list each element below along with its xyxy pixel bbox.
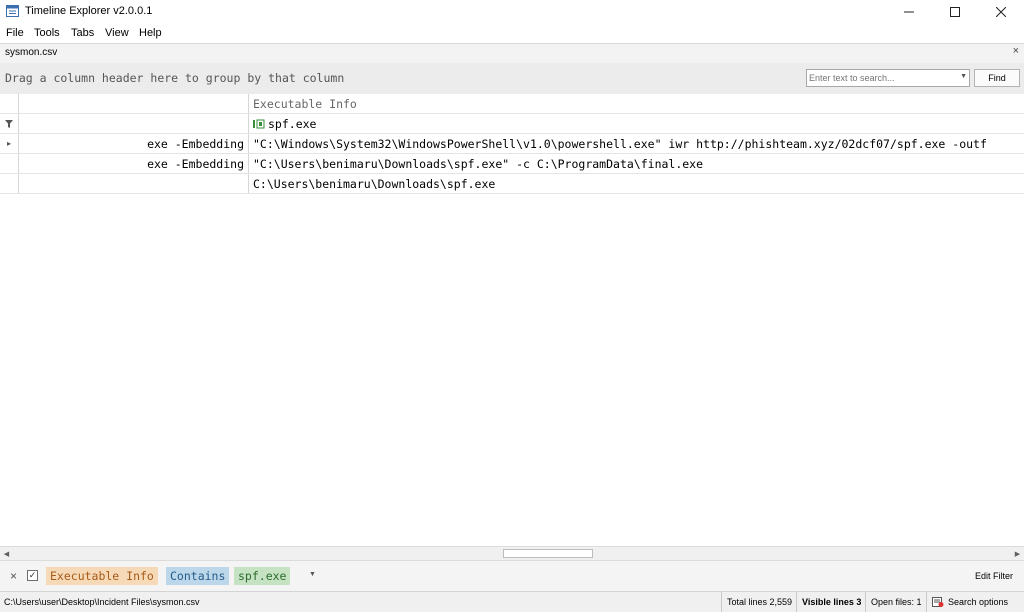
clear-filter-icon[interactable]: × [10, 569, 17, 583]
filter-value-chip[interactable]: spf.exe [234, 567, 291, 585]
minimize-button[interactable] [886, 0, 932, 23]
status-total-lines: Total lines 2,559 [721, 592, 797, 612]
app-icon [6, 5, 19, 17]
filter-history-dropdown-icon[interactable]: ▼ [309, 571, 316, 578]
find-button[interactable]: Find [974, 69, 1020, 87]
menu-tabs[interactable]: Tabs [71, 27, 94, 39]
close-window-button[interactable] [978, 0, 1024, 23]
table-cell[interactable] [19, 174, 249, 193]
menu-view[interactable]: View [105, 27, 129, 39]
scroll-right-icon[interactable]: ▶ [1011, 547, 1024, 560]
auto-filter-row: spf.exe [0, 114, 1024, 134]
row-indicator [0, 154, 19, 173]
filter-cell-executable-info[interactable]: spf.exe [249, 114, 1024, 133]
column-header-label: Executable Info [253, 97, 357, 111]
table-cell-executable-info[interactable]: "C:\Users\benimaru\Downloads\spf.exe" -c… [249, 154, 1024, 173]
table-cell-executable-info[interactable]: C:\Users\benimaru\Downloads\spf.exe [249, 174, 1024, 193]
group-by-panel[interactable]: Drag a column header here to group by th… [0, 63, 1024, 95]
table-row[interactable]: ▸ exe -Embedding "C:\Windows\System32\Wi… [0, 134, 1024, 154]
enable-filter-checkbox[interactable]: ✓ [27, 570, 38, 581]
chevron-down-icon[interactable]: ▼ [960, 73, 967, 80]
filter-field-chip[interactable]: Executable Info [46, 567, 158, 585]
menu-bar: File Tools Tabs View Help [0, 23, 1024, 43]
scrollbar-thumb[interactable] [503, 549, 593, 558]
search-box[interactable]: ▼ [806, 69, 970, 87]
table-row[interactable]: C:\Users\benimaru\Downloads\spf.exe [0, 174, 1024, 194]
table-cell-executable-info[interactable]: "C:\Windows\System32\WindowsPowerShell\v… [249, 134, 1024, 153]
tab-sysmon[interactable]: sysmon.csv [5, 47, 57, 58]
row-indicator-header [0, 94, 19, 113]
tab-close-icon[interactable]: × [1013, 45, 1019, 57]
table-row[interactable]: exe -Embedding "C:\Users\benimaru\Downlo… [0, 154, 1024, 174]
contains-operator-icon [253, 119, 265, 129]
filter-value: spf.exe [268, 117, 317, 131]
window-title: Timeline Explorer v2.0.0.1 [25, 5, 153, 17]
column-header-previous[interactable] [19, 94, 249, 113]
menu-help[interactable]: Help [139, 27, 162, 39]
column-header-executable-info[interactable]: Executable Info [249, 94, 1024, 113]
status-open-files: Open files: 1 [865, 592, 927, 612]
row-expander-icon[interactable]: ▸ [0, 134, 19, 153]
search-options-label: Search options [948, 597, 1009, 607]
filter-operator-chip[interactable]: Contains [166, 567, 230, 585]
search-options-icon [932, 597, 944, 607]
filter-cell-previous[interactable] [19, 114, 249, 133]
minimize-icon [904, 11, 914, 12]
table-cell[interactable]: exe -Embedding [19, 134, 249, 153]
search-input[interactable] [807, 70, 957, 86]
status-visible-lines: Visible lines 3 [796, 592, 866, 612]
edit-filter-button[interactable]: Edit Filter [975, 571, 1013, 581]
filter-panel: × ✓ Executable Info Contains spf.exe ▼ E… [0, 560, 1024, 592]
title-bar: Timeline Explorer v2.0.0.1 [0, 0, 1024, 23]
group-by-hint: Drag a column header here to group by th… [5, 71, 345, 85]
status-file-path: C:\Users\user\Desktop\Incident Files\sys… [4, 597, 200, 607]
scroll-left-icon[interactable]: ◀ [0, 547, 13, 560]
search-options-button[interactable]: Search options [926, 592, 1013, 612]
menu-tools[interactable]: Tools [34, 27, 60, 39]
column-header-row: Executable Info [0, 94, 1024, 114]
file-tab-strip: sysmon.csv × [0, 43, 1024, 64]
filter-icon [5, 119, 13, 128]
horizontal-scrollbar[interactable]: ◀ ▶ [0, 546, 1024, 560]
status-bar: C:\Users\user\Desktop\Incident Files\sys… [0, 591, 1024, 612]
maximize-icon [950, 6, 960, 17]
table-cell[interactable]: exe -Embedding [19, 154, 249, 173]
data-grid: Executable Info spf.exe ▸ exe -Embedding… [0, 94, 1024, 546]
maximize-button[interactable] [932, 0, 978, 23]
menu-file[interactable]: File [6, 27, 24, 39]
row-indicator [0, 174, 19, 193]
filter-row-indicator [0, 114, 19, 133]
close-icon [996, 6, 1006, 17]
